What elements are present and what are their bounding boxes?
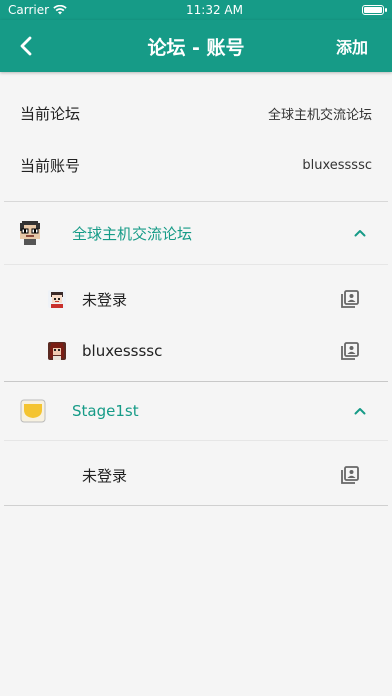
forum-name: Stage1st [72, 402, 139, 420]
add-button[interactable]: 添加 [336, 34, 368, 58]
carrier-label: Carrier [8, 3, 50, 17]
chevron-left-icon [20, 36, 32, 56]
status-right [361, 5, 387, 15]
forum-section-header[interactable]: Stage1st [0, 382, 392, 440]
current-account-value: bluxessssc [302, 157, 372, 173]
account-row[interactable]: 未登录 [0, 449, 392, 501]
forum-name: 全球主机交流论坛 [72, 224, 193, 243]
account-name: 未登录 [82, 290, 128, 309]
back-button[interactable] [4, 24, 48, 68]
divider [4, 505, 388, 506]
status-bar: Carrier 11:32 AM [0, 0, 392, 20]
status-left: Carrier [8, 3, 67, 17]
forum-section-header[interactable]: 全球主机交流论坛 [0, 202, 392, 264]
wifi-icon [53, 5, 67, 15]
current-account-label: 当前账号 [20, 156, 81, 175]
account-book-icon[interactable] [340, 465, 360, 485]
current-account-row: 当前账号 bluxessssc [0, 139, 392, 191]
navigation-bar: 论坛 - 账号 添加 [0, 20, 392, 72]
battery-icon [361, 5, 387, 15]
page-title: 论坛 - 账号 [147, 36, 245, 59]
chevron-up-icon [354, 230, 366, 237]
chevron-up-icon [354, 408, 366, 415]
stage1st-logo-icon [20, 399, 46, 423]
status-time: 11:32 AM [186, 3, 243, 17]
account-name: bluxessssc [82, 342, 163, 360]
current-forum-label: 当前论坛 [20, 104, 81, 123]
pixel-avatar-icon [20, 221, 40, 245]
guest-avatar [48, 290, 66, 308]
user-avatar [48, 342, 66, 360]
account-row[interactable]: bluxessssc [0, 325, 392, 377]
account-book-icon[interactable] [340, 341, 360, 361]
account-book-icon[interactable] [340, 289, 360, 309]
account-row[interactable]: 未登录 [0, 273, 392, 325]
current-forum-row: 当前论坛 全球主机交流论坛 [0, 87, 392, 139]
current-forum-value: 全球主机交流论坛 [267, 107, 372, 123]
account-name: 未登录 [82, 466, 128, 485]
